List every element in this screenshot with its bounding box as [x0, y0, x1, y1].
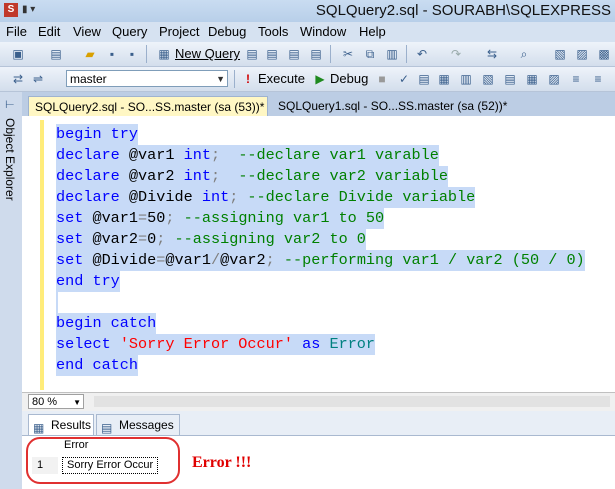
zoom-select[interactable]: 80 % ▼	[28, 394, 84, 409]
object-explorer-label[interactable]: Object Explorer	[3, 118, 17, 201]
chevron-down-icon: ▼	[216, 74, 225, 84]
dmx-query-icon[interactable]: ▤	[286, 46, 302, 62]
code-token: begin try	[56, 125, 139, 143]
document-tabs: SQLQuery2.sql - SO...SS.master (sa (53))…	[22, 92, 615, 116]
change-connection-icon[interactable]: ⇌	[30, 71, 46, 87]
uncomment-icon[interactable]: ≡	[590, 71, 606, 87]
code-line[interactable]	[56, 292, 58, 313]
results-tabstrip: ▦ Results ▤ Messages	[22, 411, 615, 436]
results-to-text-icon[interactable]: ▤	[502, 71, 518, 87]
save-icon[interactable]: ▪	[104, 46, 120, 62]
code-line[interactable]: begin try	[56, 124, 139, 145]
redo-icon[interactable]: ↷	[448, 46, 464, 62]
menu-file[interactable]: File	[6, 24, 27, 39]
execute-icon[interactable]: !	[240, 71, 256, 87]
debug-button[interactable]: Debug	[330, 71, 368, 86]
cut-icon[interactable]: ✂	[340, 46, 356, 62]
app-icon[interactable]: S	[4, 3, 18, 17]
menu-bar: File Edit View Query Project Debug Tools…	[0, 22, 615, 42]
menu-query[interactable]: Query	[112, 24, 147, 39]
code-line[interactable]: declare @var2 int; --declare var2 variab…	[56, 166, 448, 187]
toolbox-icon[interactable]: ▨	[574, 46, 590, 62]
code-line[interactable]: select 'Sorry Error Occur' as Error	[56, 334, 376, 355]
find-icon[interactable]: ⌕	[516, 46, 532, 62]
undo-icon[interactable]: ↶	[414, 46, 430, 62]
menu-tools[interactable]: Tools	[258, 24, 288, 39]
paste-icon[interactable]: ▥	[384, 46, 400, 62]
chevron-down-icon: ▼	[73, 398, 81, 407]
code-line[interactable]: begin catch	[56, 313, 157, 334]
open-folder-icon[interactable]: ▰	[82, 46, 98, 62]
sql-editor-toolbar: ⇄ ⇌ master ▼ ! Execute ▶ Debug ■ ✓ ▤ ▦ ▥…	[0, 67, 615, 92]
code-line[interactable]: declare @var1 int; --declare var1 varabl…	[56, 145, 439, 166]
query-editor[interactable]: begin try declare @var1 int; --declare v…	[22, 116, 615, 392]
query-designer-icon[interactable]: ▦	[436, 71, 452, 87]
horizontal-scrollbar[interactable]	[94, 396, 610, 407]
results-to-file-icon[interactable]: ▨	[546, 71, 562, 87]
xmla-query-icon[interactable]: ▤	[308, 46, 324, 62]
toolbar-separator	[330, 45, 331, 63]
tab-sqlquery1[interactable]: SQLQuery1.sql - SO...SS.master (sa (52))…	[272, 96, 522, 116]
tab-results-label: Results	[51, 418, 92, 432]
copy-icon[interactable]: ⧉	[362, 46, 378, 62]
comment-icon[interactable]: ≡	[568, 71, 584, 87]
code-line[interactable]: end catch	[56, 355, 139, 376]
standard-toolbar: ▣ ▤ ▰ ▪ ▪ ▦ New Query ▤ ▤ ▤ ▤ ✂ ⧉ ▥ ↶ ↷ …	[0, 42, 615, 67]
execute-button[interactable]: Execute	[258, 71, 305, 86]
save-all-icon[interactable]: ▪	[124, 46, 140, 62]
tab-messages-label: Messages	[119, 418, 174, 432]
menu-debug[interactable]: Debug	[208, 24, 246, 39]
new-project-icon[interactable]: ▣	[10, 46, 26, 62]
zoom-value: 80 %	[32, 396, 58, 408]
add-item-icon[interactable]: ▤	[48, 46, 64, 62]
display-plan-icon[interactable]: ▤	[416, 71, 432, 87]
new-query-icon[interactable]: ▦	[156, 46, 172, 62]
code-line[interactable]: set @var1=50; --assigning var1 to 50	[56, 208, 385, 229]
toolbar-separator	[146, 45, 147, 63]
annotation-error-label: Error !!!	[192, 454, 252, 471]
toolbar-separator	[234, 70, 235, 88]
code-line[interactable]: set @var2=0; --assigning var2 to 0	[56, 229, 366, 250]
code-line[interactable]: declare @Divide int; --declare Divide va…	[56, 187, 476, 208]
menu-project[interactable]: Project	[159, 24, 199, 39]
navigate-icon[interactable]: ⇆	[484, 46, 500, 62]
stop-icon[interactable]: ■	[374, 71, 390, 87]
menu-edit[interactable]: Edit	[38, 24, 60, 39]
window-list-icon[interactable]: ▩	[596, 46, 612, 62]
properties-icon[interactable]: ▧	[552, 46, 568, 62]
title-bar: S ▮ ▾ SQLQuery2.sql - SOURABH\SQLEXPRESS	[0, 0, 615, 22]
parse-check-icon[interactable]: ✓	[396, 71, 412, 87]
connect-icon[interactable]: ⇄	[10, 71, 26, 87]
tab-sqlquery2[interactable]: SQLQuery2.sql - SO...SS.master (sa (53))…	[28, 96, 268, 116]
include-plan-icon[interactable]: ▥	[458, 71, 474, 87]
tab-results[interactable]: ▦ Results	[28, 414, 94, 435]
debug-play-icon[interactable]: ▶	[312, 71, 328, 87]
menu-view[interactable]: View	[73, 24, 101, 39]
window-title: SQLQuery2.sql - SOURABH\SQLEXPRESS	[315, 2, 611, 19]
pin-icon[interactable]: ⊢	[5, 98, 15, 111]
db-engine-query-icon[interactable]: ▤	[244, 46, 260, 62]
change-margin	[40, 120, 44, 390]
tab-messages[interactable]: ▤ Messages	[96, 414, 180, 435]
quick-access-icons[interactable]: ▮ ▾	[22, 4, 35, 15]
available-databases-select[interactable]: master ▼	[66, 70, 228, 87]
object-explorer-sidebar[interactable]: ⊢ Object Explorer	[0, 92, 23, 489]
toolbar-separator	[406, 45, 407, 63]
analysis-query-icon[interactable]: ▤	[264, 46, 280, 62]
new-query-button[interactable]: New Query	[175, 46, 240, 61]
code-line[interactable]: end try	[56, 271, 120, 292]
annotation-highlight-ring	[26, 437, 180, 484]
menu-window[interactable]: Window	[300, 24, 346, 39]
editor-status-row: 80 % ▼	[22, 392, 615, 412]
results-to-grid-icon[interactable]: ▦	[524, 71, 540, 87]
client-stats-icon[interactable]: ▧	[480, 71, 496, 87]
database-value: master	[70, 72, 107, 86]
menu-help[interactable]: Help	[359, 24, 386, 39]
code-line[interactable]: set @Divide=@var1/@var2; --performing va…	[56, 250, 585, 271]
